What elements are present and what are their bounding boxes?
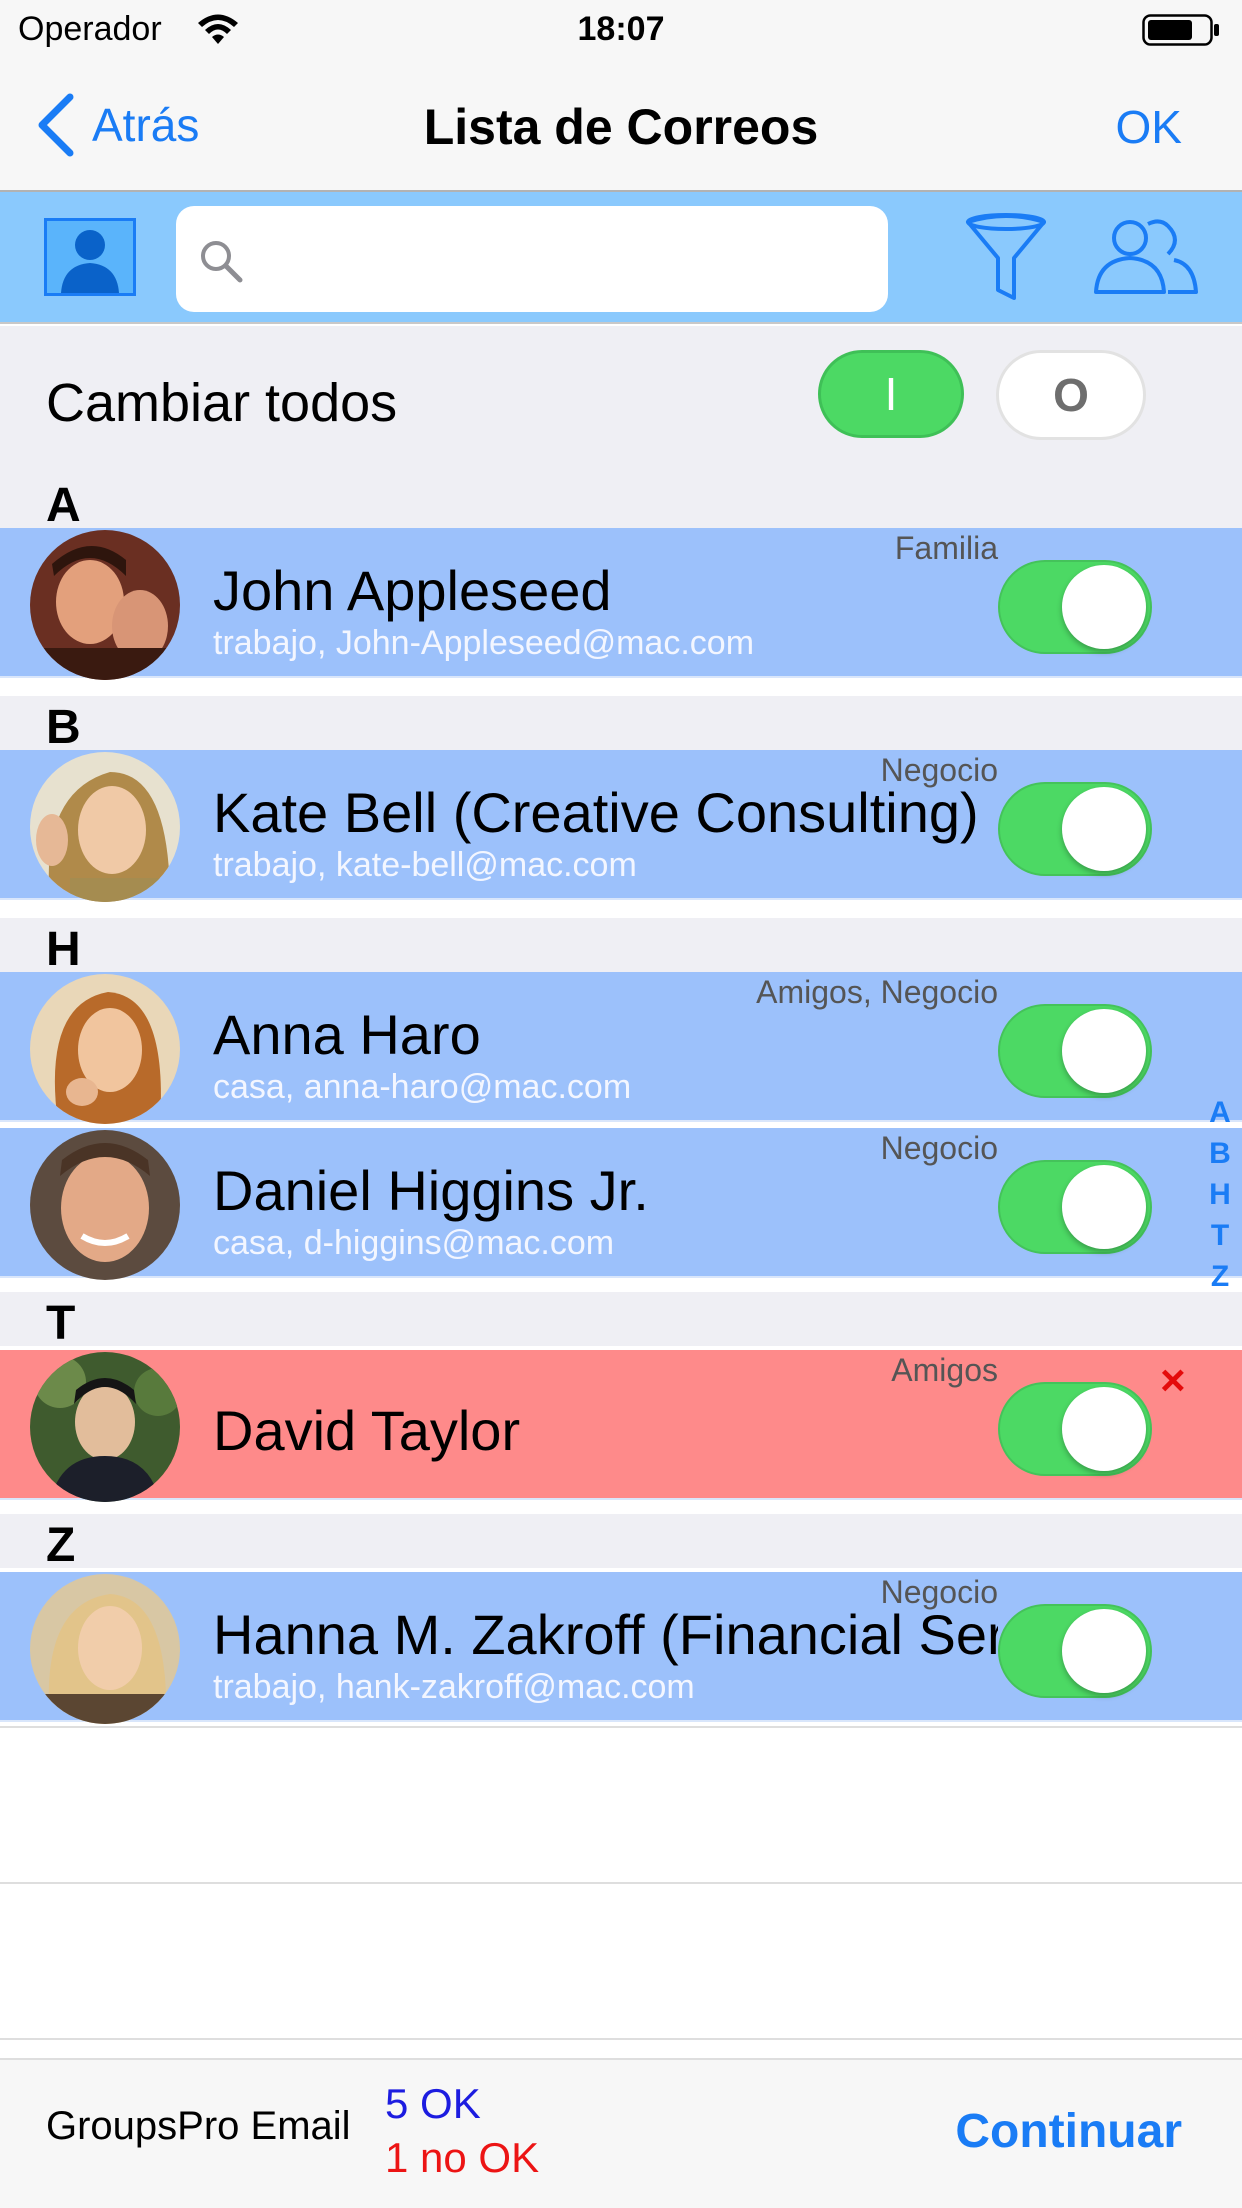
- not-ok-count-label: 1 no OK: [385, 2134, 540, 2181]
- avatar: [30, 1352, 180, 1502]
- section-letter: Z: [46, 1519, 76, 1572]
- index-letter[interactable]: T: [1206, 1215, 1234, 1256]
- contact-row[interactable]: Anna Haro casa, anna-haro@mac.com Amigos…: [0, 972, 1242, 1124]
- contact-group: Negocio: [880, 1574, 998, 1610]
- contact-toggle[interactable]: [998, 782, 1152, 876]
- change-all-row: Cambiar todos I O: [0, 326, 1242, 474]
- row-separator: [0, 2038, 1242, 2040]
- contact-email: trabajo, John-Appleseed@mac.com: [213, 624, 755, 662]
- section-letter: B: [46, 701, 81, 754]
- contact-name: Kate Bell (Creative Consulting): [213, 781, 979, 844]
- section-letter: A: [46, 479, 81, 532]
- avatar: [30, 530, 180, 680]
- search-icon: [201, 241, 243, 283]
- contact-toggle[interactable]: [998, 1382, 1152, 1476]
- contact-toggle[interactable]: [998, 1160, 1152, 1254]
- contact-group: Familia: [894, 530, 998, 566]
- section-header: T: [0, 1292, 1242, 1350]
- contact-row[interactable]: Daniel Higgins Jr. casa, d-higgins@mac.c…: [0, 1128, 1242, 1280]
- contact-group: Amigos, Negocio: [756, 974, 998, 1010]
- select-all-button[interactable]: I: [818, 350, 964, 438]
- index-letter[interactable]: H: [1206, 1174, 1234, 1215]
- contact-group: Amigos: [891, 1352, 998, 1388]
- continue-button[interactable]: Continuar: [955, 2104, 1182, 2159]
- avatar: [30, 974, 180, 1124]
- contact-toggle[interactable]: [998, 1604, 1152, 1698]
- contact-group: Negocio: [880, 1130, 998, 1166]
- toggle-knob: [1062, 1387, 1146, 1471]
- row-separator: [0, 1726, 1242, 1728]
- contact-group: Negocio: [880, 752, 998, 788]
- ok-button[interactable]: OK: [1116, 100, 1182, 154]
- toggle-knob: [1062, 565, 1146, 649]
- contact-row[interactable]: David Taylor Amigos ×: [0, 1350, 1242, 1502]
- section-header: H: [0, 918, 1242, 976]
- contact-email: trabajo, hank-zakroff@mac.com: [213, 1668, 695, 1706]
- change-all-label: Cambiar todos: [46, 373, 398, 433]
- contact-toggle[interactable]: [998, 1004, 1152, 1098]
- contact-email: casa, anna-haro@mac.com: [213, 1068, 632, 1106]
- search-field[interactable]: [176, 206, 888, 312]
- contact-name: David Taylor: [213, 1399, 521, 1462]
- contact-row[interactable]: John Appleseed trabajo, John-Appleseed@m…: [0, 528, 1242, 680]
- row-separator: [0, 1882, 1242, 1884]
- app-name-label: GroupsPro Email: [46, 2104, 351, 2148]
- bottom-toolbar: GroupsPro Email 5 OK 1 no OK Continuar: [0, 2058, 1242, 2208]
- contact-name: Daniel Higgins Jr.: [213, 1159, 649, 1222]
- toggle-knob: [1062, 1609, 1146, 1693]
- toolbar: [0, 192, 1242, 324]
- section-letter: H: [46, 923, 81, 976]
- avatar: [30, 752, 180, 902]
- filter-icon[interactable]: [964, 212, 1048, 304]
- contact-email: trabajo, kate-bell@mac.com: [213, 846, 637, 884]
- ok-count-label: 5 OK: [385, 2080, 481, 2127]
- groups-icon[interactable]: [1090, 214, 1200, 296]
- contact-row[interactable]: Kate Bell (Creative Consulting) trabajo,…: [0, 750, 1242, 902]
- toggle-knob: [1062, 787, 1146, 871]
- contact-row[interactable]: Hanna M. Zakroff (Financial Services) tr…: [0, 1572, 1242, 1724]
- index-letter[interactable]: B: [1206, 1133, 1234, 1174]
- section-header: Z: [0, 1514, 1242, 1572]
- toggle-knob: [1062, 1165, 1146, 1249]
- contact-name: Hanna M. Zakroff (Financial Services): [213, 1603, 998, 1666]
- person-icon: [61, 230, 119, 293]
- avatar: [30, 1130, 180, 1280]
- contact-toggle[interactable]: [998, 560, 1152, 654]
- contact-name: Anna Haro: [213, 1003, 481, 1066]
- section-letter: T: [46, 1297, 76, 1350]
- index-letter[interactable]: Z: [1206, 1256, 1234, 1297]
- toggle-knob: [1062, 1009, 1146, 1093]
- section-header: A: [0, 474, 1242, 532]
- navigation-bar: Atrás Lista de Correos OK: [0, 62, 1242, 192]
- status-bar: Operador 18:07: [0, 0, 1242, 62]
- clock: 18:07: [577, 10, 665, 48]
- error-icon: ×: [1160, 1356, 1186, 1405]
- search-input[interactable]: [256, 224, 856, 294]
- avatar: [30, 1574, 180, 1724]
- index-letter[interactable]: A: [1206, 1092, 1234, 1133]
- deselect-all-button[interactable]: O: [996, 350, 1146, 440]
- section-header: B: [0, 696, 1242, 754]
- page-title: Lista de Correos: [423, 99, 819, 155]
- contact-picker-button[interactable]: [44, 218, 136, 296]
- battery-icon: [1142, 14, 1219, 46]
- contact-email: casa, d-higgins@mac.com: [213, 1224, 615, 1262]
- contact-name: John Appleseed: [213, 559, 612, 622]
- section-index[interactable]: A B H T Z: [1206, 1092, 1234, 1297]
